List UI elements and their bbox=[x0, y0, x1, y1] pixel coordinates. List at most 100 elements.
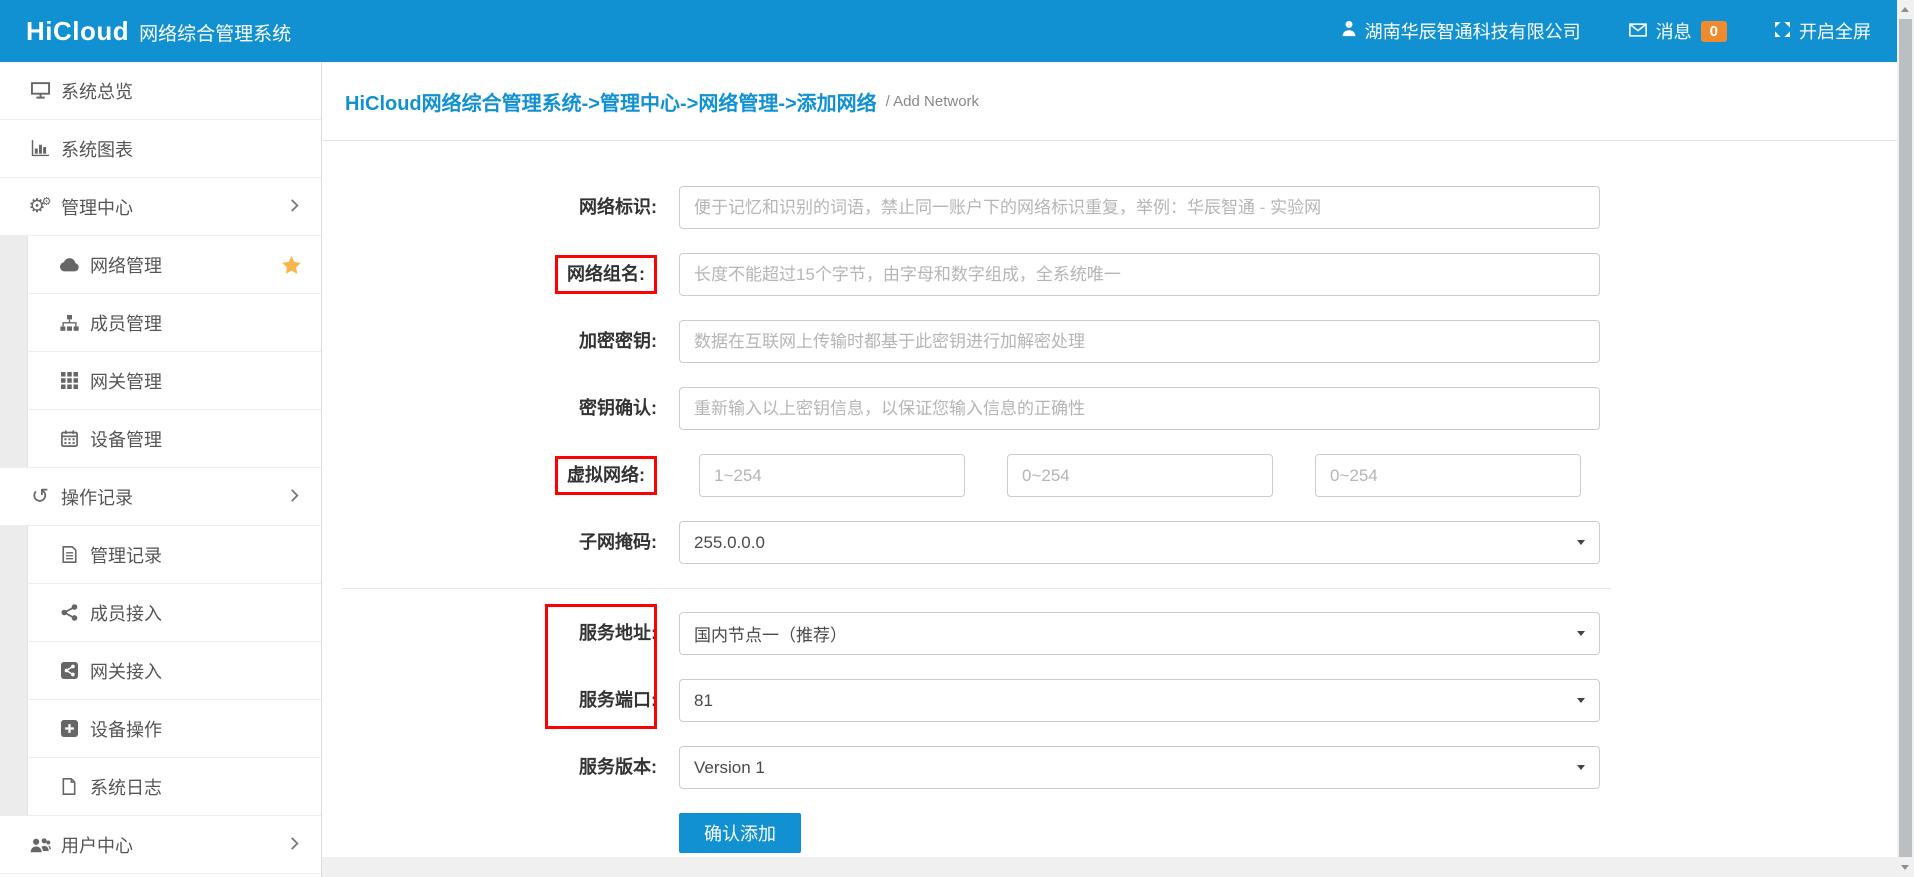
sidebar-item-member-access[interactable]: 成员接入 bbox=[0, 584, 321, 642]
subnet-mask-value: 255.0.0.0 bbox=[694, 533, 765, 553]
scrollbar-up-arrow[interactable] bbox=[1901, 7, 1909, 12]
users-icon bbox=[28, 837, 52, 853]
key-confirm-input[interactable] bbox=[679, 387, 1600, 430]
company-account[interactable]: 湖南华辰智通科技有限公司 bbox=[1342, 18, 1581, 44]
share-square-icon bbox=[57, 662, 81, 679]
group-name-input[interactable] bbox=[679, 253, 1600, 296]
messages-count-badge: 0 bbox=[1701, 21, 1727, 42]
chevron-right-icon bbox=[290, 486, 299, 507]
gears-icon: ⚙⚙ bbox=[28, 197, 52, 216]
sidebar-item-label: 设备管理 bbox=[90, 426, 162, 452]
sidebar-item-label: 网关接入 bbox=[90, 658, 162, 684]
virtual-network-octet-2-input[interactable] bbox=[1007, 454, 1273, 497]
sidebar-item-management-records[interactable]: 管理记录 bbox=[0, 526, 321, 584]
sidebar-nav: 系统总览 系统图表 ⚙⚙ 管理中心 网络管理 bbox=[0, 62, 322, 877]
service-version-label: 服务版本: bbox=[322, 756, 679, 779]
messages-button[interactable]: 消息 0 bbox=[1629, 18, 1727, 44]
fullscreen-expand-icon bbox=[1775, 21, 1790, 42]
subnet-mask-select[interactable]: 255.0.0.0 bbox=[679, 521, 1600, 564]
form-row-virtual-network: 虚拟网络: bbox=[322, 454, 1897, 497]
sidebar-item-operation-records[interactable]: ↺ 操作记录 bbox=[0, 468, 321, 526]
sidebar-item-label: 用户中心 bbox=[61, 832, 133, 858]
service-version-value: Version 1 bbox=[694, 758, 765, 778]
top-header: HiCloud 网络综合管理系统 湖南华辰智通科技有限公司 消息 0 开启全屏 bbox=[0, 0, 1897, 62]
form-row-network-id: 网络标识: bbox=[322, 186, 1897, 229]
sidebar-item-system-overview[interactable]: 系统总览 bbox=[0, 62, 321, 120]
star-icon bbox=[282, 256, 301, 274]
main-content: HiCloud网络综合管理系统->管理中心->网络管理->添加网络 / Add … bbox=[322, 62, 1897, 877]
sidebar-item-gateway-access[interactable]: 网关接入 bbox=[0, 642, 321, 700]
sidebar-item-label: 管理记录 bbox=[90, 542, 162, 568]
breadcrumb: HiCloud网络综合管理系统->管理中心->网络管理->添加网络 / Add … bbox=[322, 62, 1897, 141]
sidebar-item-system-charts[interactable]: 系统图表 bbox=[0, 120, 321, 178]
form-section-divider bbox=[342, 588, 1611, 589]
cloud-icon bbox=[57, 258, 81, 272]
encrypt-key-label: 加密密钥: bbox=[322, 330, 679, 353]
envelope-icon bbox=[1629, 21, 1647, 42]
chevron-right-icon bbox=[290, 834, 299, 855]
form-row-service-address: 服务地址: 国内节点一（推荐） bbox=[322, 612, 1897, 655]
service-settings-group: 服务地址: 国内节点一（推荐） 服务端口: 81 服务版本: Version 1 bbox=[322, 612, 1897, 789]
logo-subtitle: 网络综合管理系统 bbox=[139, 19, 291, 46]
grid-icon bbox=[57, 372, 81, 389]
network-id-input[interactable] bbox=[679, 186, 1600, 229]
sidebar-item-label: 网络管理 bbox=[90, 252, 162, 278]
sidebar-item-label: 成员管理 bbox=[90, 310, 162, 336]
calendar-icon bbox=[57, 430, 81, 447]
confirm-add-button[interactable]: 确认添加 bbox=[679, 813, 801, 853]
sidebar-item-device-management[interactable]: 设备管理 bbox=[0, 410, 321, 468]
sidebar-item-label: 管理中心 bbox=[61, 194, 133, 220]
sidebar-item-member-management[interactable]: 成员管理 bbox=[0, 294, 321, 352]
share-icon bbox=[57, 604, 81, 621]
file-icon bbox=[57, 778, 81, 795]
sidebar-item-management-center[interactable]: ⚙⚙ 管理中心 bbox=[0, 178, 321, 236]
virtual-network-label: 虚拟网络: bbox=[567, 465, 645, 485]
virtual-network-highlight-box: 虚拟网络: bbox=[555, 456, 657, 495]
form-row-group-name: 网络组名: bbox=[322, 253, 1897, 296]
sidebar-item-label: 系统总览 bbox=[61, 78, 133, 104]
form-row-key-confirm: 密钥确认: bbox=[322, 387, 1897, 430]
chevron-right-icon bbox=[290, 196, 299, 217]
form-row-subnet-mask: 子网掩码: 255.0.0.0 bbox=[322, 521, 1897, 564]
logo-text: HiCloud bbox=[26, 16, 129, 47]
company-name: 湖南华辰智通科技有限公司 bbox=[1365, 18, 1581, 44]
sidebar-item-label: 成员接入 bbox=[90, 600, 162, 626]
sidebar-item-user-center[interactable]: 用户中心 bbox=[0, 816, 321, 874]
form-row-service-version: 服务版本: Version 1 bbox=[322, 746, 1897, 789]
scrollbar-down-arrow[interactable] bbox=[1901, 865, 1909, 870]
sidebar-item-device-operations[interactable]: 设备操作 bbox=[0, 700, 321, 758]
service-address-label: 服务地址: bbox=[322, 622, 679, 645]
virtual-network-octet-1-input[interactable] bbox=[699, 454, 965, 497]
form-row-encrypt-key: 加密密钥: bbox=[322, 320, 1897, 363]
service-address-value: 国内节点一（推荐） bbox=[694, 621, 847, 646]
service-version-select[interactable]: Version 1 bbox=[679, 746, 1600, 789]
fullscreen-button[interactable]: 开启全屏 bbox=[1775, 18, 1871, 44]
service-address-select[interactable]: 国内节点一（推荐） bbox=[679, 612, 1600, 655]
service-port-value: 81 bbox=[694, 691, 713, 711]
sidebar-item-label: 网关管理 bbox=[90, 368, 162, 394]
breadcrumb-suffix: / Add Network bbox=[886, 93, 979, 110]
desktop-icon bbox=[28, 82, 52, 99]
app-logo: HiCloud 网络综合管理系统 bbox=[26, 16, 291, 47]
add-network-form: 网络标识: 网络组名: 加密密钥: 密钥确认: 虚拟网络: bbox=[322, 141, 1897, 857]
sidebar-item-label: 系统日志 bbox=[90, 774, 162, 800]
sidebar-item-system-logs[interactable]: 系统日志 bbox=[0, 758, 321, 816]
group-name-highlight-box: 网络组名: bbox=[555, 255, 657, 294]
messages-label: 消息 bbox=[1656, 18, 1692, 44]
file-text-icon bbox=[57, 546, 81, 563]
breadcrumb-path-links[interactable]: HiCloud网络综合管理系统->管理中心->网络管理->添加网络 bbox=[345, 87, 877, 116]
sidebar-item-gateway-management[interactable]: 网关管理 bbox=[0, 352, 321, 410]
chevron-down-icon bbox=[1577, 631, 1585, 636]
sidebar-item-label: 操作记录 bbox=[61, 484, 133, 510]
scrollbar-thumb[interactable] bbox=[1899, 19, 1912, 857]
fullscreen-label: 开启全屏 bbox=[1799, 18, 1871, 44]
sitemap-icon bbox=[57, 315, 81, 331]
sidebar-item-network-management[interactable]: 网络管理 bbox=[0, 236, 321, 294]
encrypt-key-input[interactable] bbox=[679, 320, 1600, 363]
virtual-network-octet-3-input[interactable] bbox=[1315, 454, 1581, 497]
bar-chart-icon bbox=[28, 140, 52, 157]
sidebar-item-label: 系统图表 bbox=[61, 136, 133, 162]
key-confirm-label: 密钥确认: bbox=[322, 397, 679, 420]
service-port-select[interactable]: 81 bbox=[679, 679, 1600, 722]
network-id-label: 网络标识: bbox=[322, 196, 679, 219]
